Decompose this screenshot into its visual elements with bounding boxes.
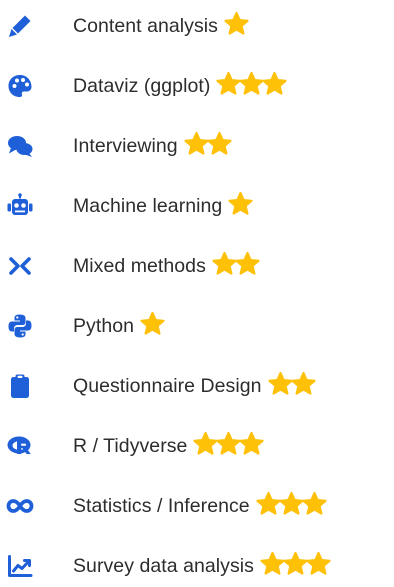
skill-row: Survey data analysis <box>0 546 394 586</box>
skill-row: Questionnaire Design <box>0 366 394 406</box>
skill-rating <box>139 311 166 336</box>
skill-rating <box>227 191 254 216</box>
skill-label: R / Tidyverse <box>73 434 188 457</box>
star-icon <box>239 431 265 455</box>
skill-rating <box>259 551 332 576</box>
skill-label: Dataviz (ggplot) <box>73 74 211 97</box>
skill-row: Dataviz (ggplot) <box>0 66 394 106</box>
skill-text: Dataviz (ggplot) <box>73 70 288 102</box>
star-icon <box>306 551 331 575</box>
skill-text: Machine learning <box>73 190 254 222</box>
skill-rating <box>267 371 317 396</box>
infinity-icon <box>6 499 34 513</box>
r-logo-icon <box>7 436 31 454</box>
skill-label: Mixed methods <box>73 254 206 277</box>
star-icon <box>235 251 260 275</box>
skill-row: Interviewing <box>0 126 394 166</box>
clipboard-icon <box>11 374 29 398</box>
skill-text: Python <box>73 310 166 342</box>
skill-row: Machine learning <box>0 186 394 226</box>
star-icon <box>140 311 165 335</box>
skill-text: Statistics / Inference <box>73 490 328 522</box>
python-icon <box>8 314 32 338</box>
skill-text: Mixed methods <box>73 250 261 282</box>
palette-icon <box>8 75 32 97</box>
star-icon <box>207 131 232 155</box>
skill-row: Content analysis <box>0 6 394 46</box>
skill-text: Questionnaire Design <box>73 370 317 402</box>
comments-icon <box>8 136 33 157</box>
robot-icon <box>7 193 33 215</box>
skill-row: Python <box>0 306 394 346</box>
skill-label: Statistics / Inference <box>73 494 250 517</box>
skill-text: Interviewing <box>73 130 233 162</box>
skill-rating <box>215 71 288 96</box>
arrows-merge-icon <box>9 257 31 275</box>
skill-label: Python <box>73 314 135 337</box>
skill-label: Content analysis <box>73 14 218 37</box>
star-icon <box>228 191 253 215</box>
skill-label: Interviewing <box>73 134 178 157</box>
skill-text: R / Tidyverse <box>73 430 265 462</box>
star-icon <box>262 71 287 95</box>
skill-row: Mixed methods <box>0 246 394 286</box>
skill-rating <box>223 11 250 36</box>
skill-row: R / Tidyverse <box>0 426 394 466</box>
pen-icon <box>9 15 31 37</box>
skill-rating <box>255 491 328 516</box>
skill-text: Survey data analysis <box>73 550 332 582</box>
skill-label: Questionnaire Design <box>73 374 262 397</box>
skill-rating <box>183 131 233 156</box>
skills-list: Content analysis Dataviz (ggplot) Intervie… <box>0 0 394 587</box>
skill-label: Machine learning <box>73 194 223 217</box>
skill-label: Survey data analysis <box>73 554 254 577</box>
skill-text: Content analysis <box>73 10 250 42</box>
skill-row: Statistics / Inference <box>0 486 394 526</box>
star-icon <box>224 11 249 35</box>
line-chart-icon <box>8 555 33 577</box>
skill-rating <box>211 251 261 276</box>
skill-rating <box>192 431 265 456</box>
star-icon <box>290 371 316 395</box>
star-icon <box>302 491 327 515</box>
